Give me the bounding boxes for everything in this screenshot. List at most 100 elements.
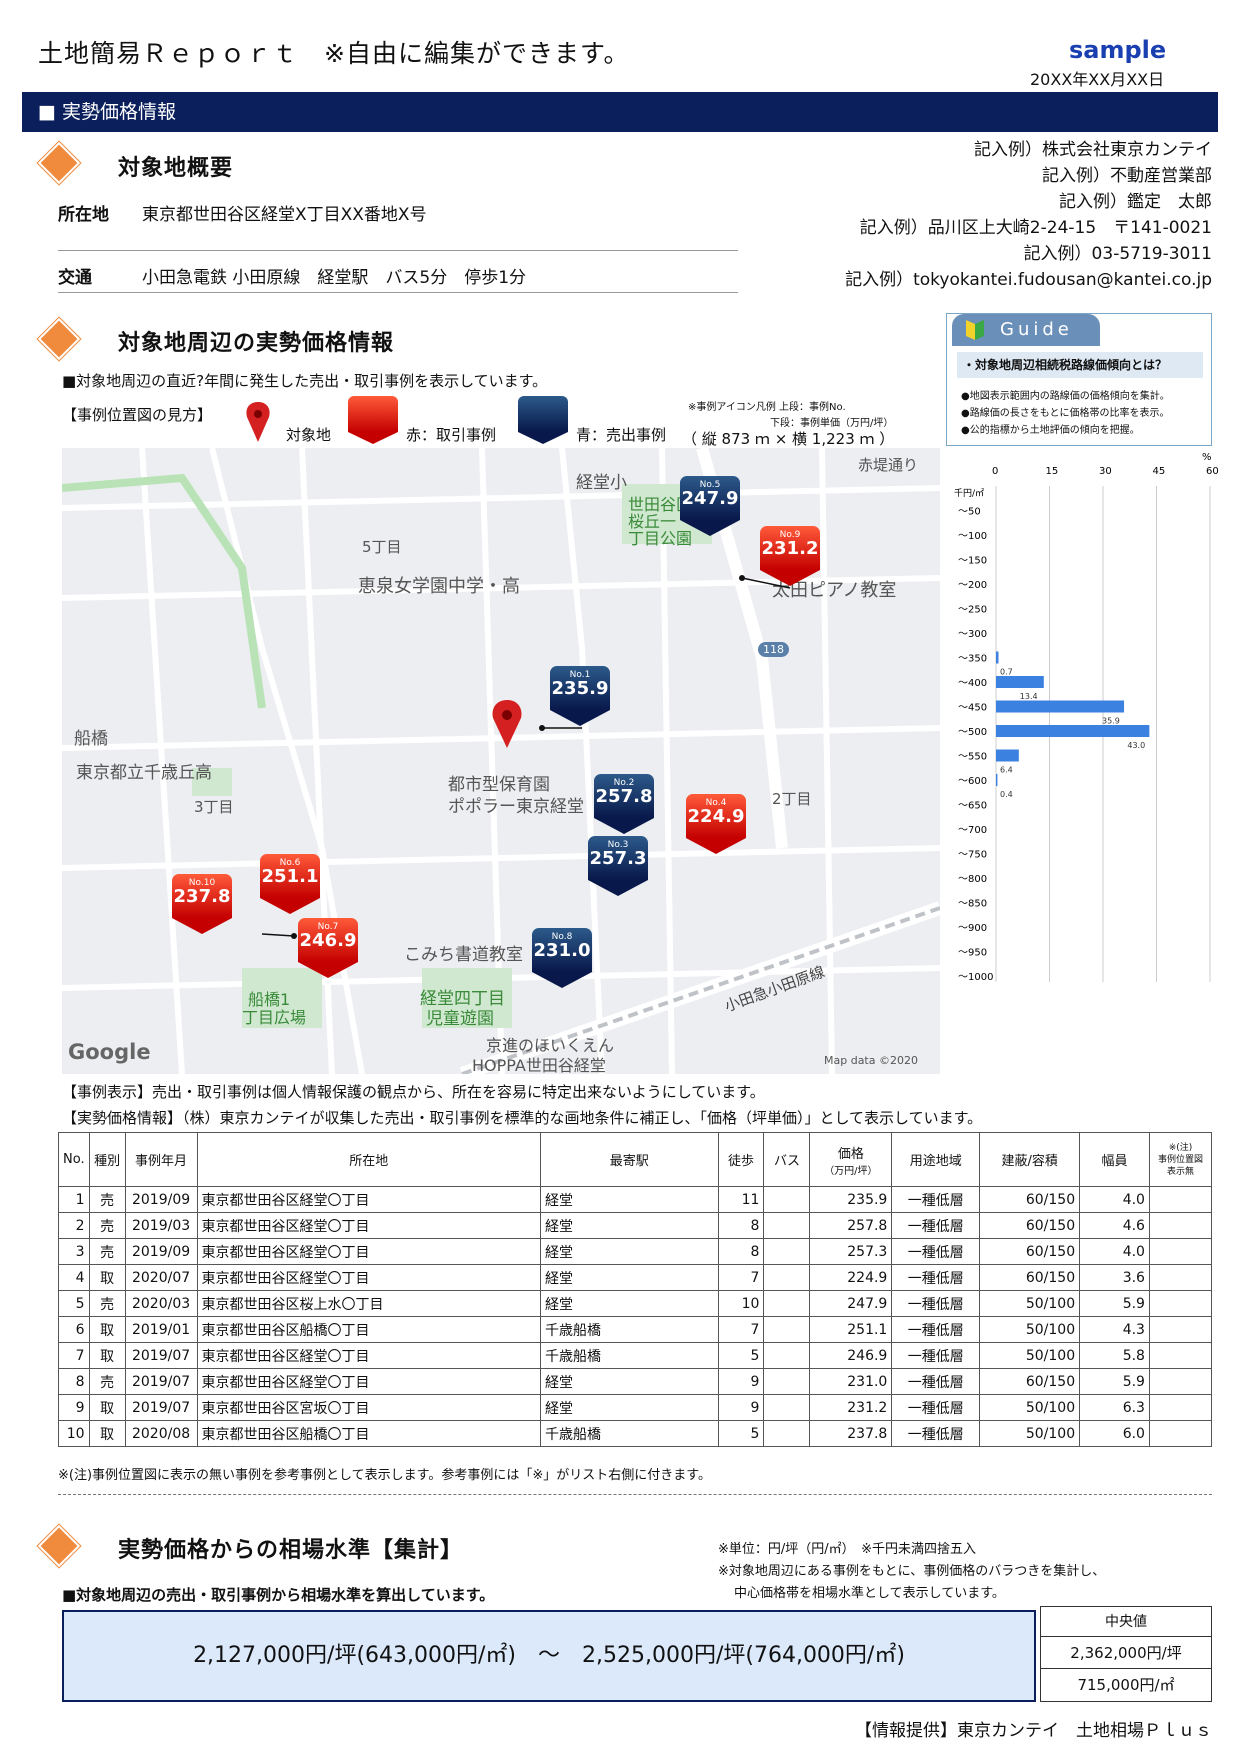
case-pin-9[interactable]: No.9 231.2 (760, 526, 820, 588)
overview-heading: 対象地概要 (118, 156, 234, 181)
icon-note: ※事例アイコン凡例 上段：事例No. (688, 402, 846, 413)
summary-note: 中心価格帯を相場水準として表示しています。 (734, 1586, 1005, 1601)
case-pin-4[interactable]: No.4 224.9 (686, 794, 746, 856)
company-line: 記入例）不動産営業部 (1042, 166, 1212, 186)
table-cell: 50/100 (979, 1394, 1081, 1421)
beginner-mark-icon (966, 320, 984, 340)
red-case-icon (348, 396, 398, 446)
target-pin-icon (492, 700, 522, 748)
case-pin-8[interactable]: No.8 231.0 (532, 928, 592, 990)
table-cell (763, 1368, 811, 1395)
median-tsubo: 2,362,000円/坪 (1041, 1637, 1211, 1669)
bar-value-label: 13.4 (1020, 692, 1038, 701)
table-cell: 一種低層 (891, 1238, 981, 1265)
table-cell: 取 (88, 1342, 126, 1369)
table-cell: 257.8 (809, 1212, 893, 1239)
y-tick-label: ～500 (958, 727, 987, 738)
table-cell: 2019/01 (124, 1316, 198, 1343)
table-cell: 4.0 (1079, 1186, 1150, 1213)
table-cell: 251.1 (809, 1316, 893, 1343)
table-cell (763, 1420, 811, 1447)
table-cell (763, 1186, 811, 1213)
table-cell: 4.3 (1079, 1316, 1150, 1343)
histogram-bar (996, 725, 1150, 737)
report-title: 土地簡易Ｒｅｐｏｒｔ ※自由に編集ができます。 (38, 39, 630, 68)
case-pin-6[interactable]: No.6 251.1 (260, 854, 320, 916)
legend-blue: 青：売出事例 (576, 426, 667, 444)
divider (58, 250, 738, 251)
note-display: 【事例表示】売出・取引事例は個人情報保護の観点から、所在を容易に特定出来ないよう… (62, 1083, 765, 1101)
table-cell: 経堂 (539, 1212, 719, 1239)
table-cell: 経堂 (539, 1264, 719, 1291)
col-header: バス (763, 1132, 811, 1187)
table-cell: 一種低層 (891, 1368, 981, 1395)
company-line: 記入例）株式会社東京カンテイ (974, 140, 1212, 160)
table-cell: 50/100 (979, 1316, 1081, 1343)
table-row: 2 売 2019/03 東京都世田谷区経堂〇丁目 経堂 8 257.8 一種低層 60/150 4… (58, 1212, 1213, 1239)
table-cell (763, 1342, 811, 1369)
table-cell: 2020/08 (124, 1420, 198, 1447)
table-cell: 224.9 (809, 1264, 893, 1291)
table-cell: 235.9 (809, 1186, 893, 1213)
guide-bullets: ●地図表示範囲内の路線価の価格傾向を集計。 ●路線価の長さをもとに価格帯の比率を… (961, 388, 1170, 439)
case-pin-3[interactable]: No.3 257.3 (588, 836, 648, 898)
case-pin-5[interactable]: No.5 247.9 (680, 476, 740, 538)
legend-label: 【事例位置図の見方】 (62, 406, 213, 424)
table-cell: 231.2 (809, 1394, 893, 1421)
table-cell: 10 (717, 1290, 765, 1317)
table-cell (1148, 1342, 1213, 1369)
table-cell: 5.9 (1079, 1290, 1150, 1317)
table-cell (1148, 1316, 1213, 1343)
table-cell: 9 (717, 1368, 765, 1395)
table-cell (1148, 1368, 1213, 1395)
table-cell: 7 (717, 1264, 765, 1291)
col-header: 種別 (88, 1132, 126, 1187)
col-header: 用途地域 (891, 1132, 981, 1187)
table-cell: 売 (88, 1212, 126, 1239)
map-scale: （ 縦 873 ｍ × 横 1,223 ｍ ） (682, 430, 895, 448)
case-pin-7[interactable]: No.7 246.9 (298, 918, 358, 980)
route-price-histogram: % 0 15 30 45 60 千円/㎡ ～50 ～100 ～150 ～200 ～250 ～300 ～35… (954, 452, 1219, 983)
bar-value-label: 43.0 (1127, 741, 1145, 750)
price-range-box: 2,127,000円/坪(643,000円/㎡) ～ 2,525,000円/坪(… (62, 1610, 1036, 1702)
y-tick-label: ～850 (958, 899, 987, 910)
legend-red: 赤：取引事例 (406, 426, 497, 444)
case-map[interactable]: 経堂小 赤堤通り 5丁目 恵泉女学園中学・高 太田ピアノ教室 118 船橋 東京… (62, 448, 940, 1074)
table-cell: 東京都世田谷区経堂〇丁目 (196, 1368, 541, 1395)
traffic-label: 交通 (58, 268, 92, 288)
table-row: 8 売 2019/07 東京都世田谷区経堂〇丁目 経堂 9 231.0 一種低層 60/150 5… (58, 1368, 1213, 1395)
table-row: 4 取 2020/07 東京都世田谷区経堂〇丁目 経堂 7 224.9 一種低層 60/150 3… (58, 1264, 1213, 1291)
table-cell: 5.9 (1079, 1368, 1150, 1395)
table-cell (763, 1290, 811, 1317)
table-cell: 5 (717, 1342, 765, 1369)
median-label: 中央値 (1041, 1607, 1211, 1637)
x-tick-label: 45 (1153, 466, 1166, 477)
case-pin-1[interactable]: No.1 235.9 (550, 666, 610, 728)
company-line: 記入例）tokyokantei.fudousan@kantei.co.jp (845, 270, 1212, 290)
table-cell: 60/150 (979, 1368, 1081, 1395)
table-cell: 6.3 (1079, 1394, 1150, 1421)
table-cell: 7 (58, 1342, 90, 1369)
table-cell: 60/150 (979, 1264, 1081, 1291)
table-cell: 10 (58, 1420, 90, 1447)
median-box: 中央値 2,362,000円/坪 715,000円/㎡ (1040, 1606, 1212, 1702)
table-cell: 売 (88, 1290, 126, 1317)
case-pin-2[interactable]: No.2 257.8 (594, 774, 654, 836)
table-cell: 取 (88, 1264, 126, 1291)
y-tick-label: ～300 (958, 629, 987, 640)
x-tick-label: 15 (1046, 466, 1059, 477)
case-pin-10[interactable]: No.10 237.8 (172, 874, 232, 936)
price-header: 価格 (837, 1146, 864, 1162)
y-tick-label: ～50 (958, 507, 981, 518)
table-cell: 4 (58, 1264, 90, 1291)
table-cell: 売 (88, 1238, 126, 1265)
y-tick-label: ～250 (958, 605, 987, 616)
note-header: 表示無 (1166, 1166, 1194, 1177)
company-line: 記入例）鑑定 太郎 (1059, 192, 1212, 212)
table-cell: 257.3 (809, 1238, 893, 1265)
y-tick-label: ～750 (958, 850, 987, 861)
table-cell: 9 (717, 1394, 765, 1421)
summary-heading: 実勢価格からの相場水準【集計】 (118, 1538, 464, 1563)
table-cell: 取 (88, 1316, 126, 1343)
guide-bullet: ●路線価の長さをもとに価格帯の比率を表示。 (961, 408, 1170, 419)
